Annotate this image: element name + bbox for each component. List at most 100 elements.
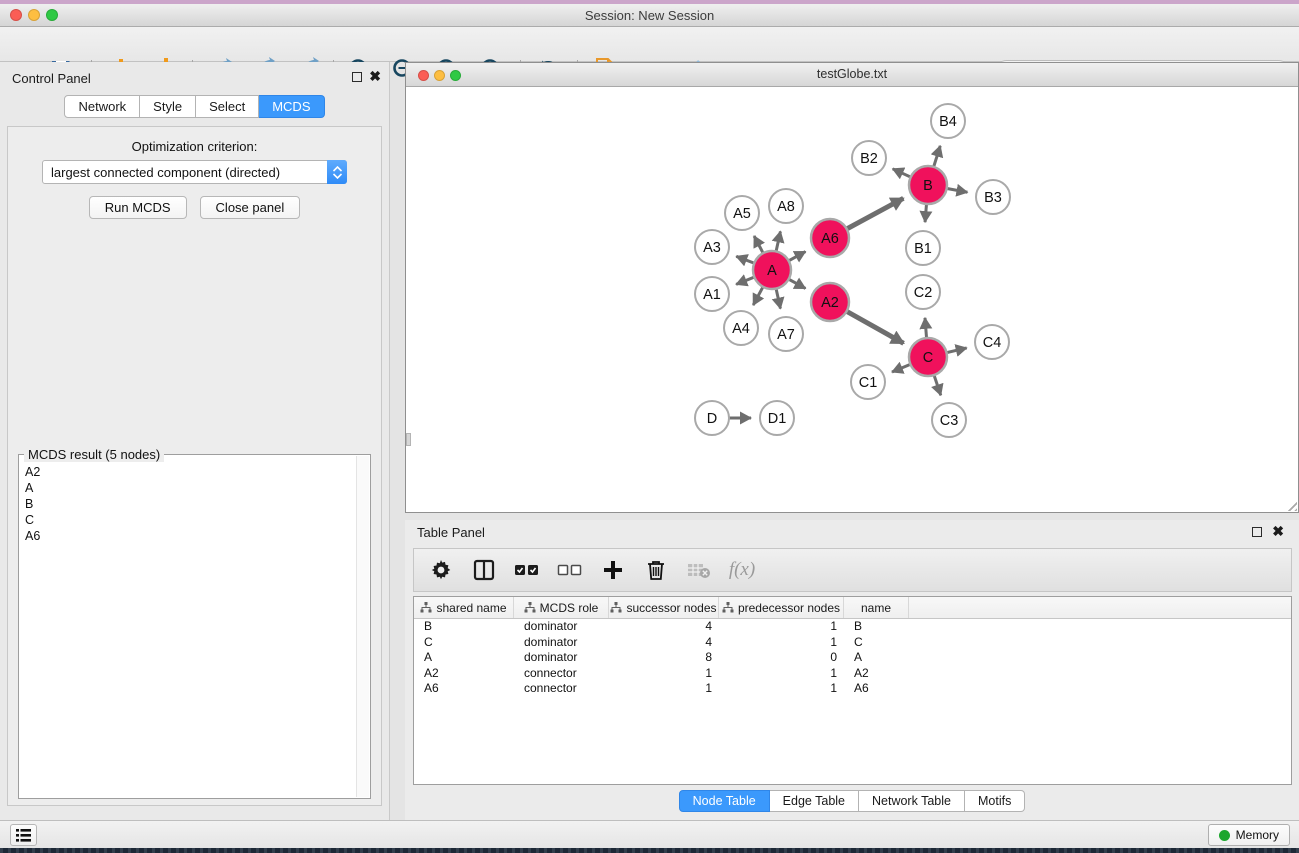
cell-shared-name: A bbox=[414, 650, 514, 666]
cell-MCDS-role: dominator bbox=[514, 619, 609, 635]
svg-text:A5: A5 bbox=[733, 206, 751, 222]
select-spinner-icon bbox=[327, 160, 347, 184]
table-tab-network-table[interactable]: Network Table bbox=[859, 790, 965, 812]
tab-mcds[interactable]: MCDS bbox=[259, 95, 324, 118]
svg-text:A3: A3 bbox=[703, 240, 721, 256]
table-tab-edge-table[interactable]: Edge Table bbox=[770, 790, 859, 812]
graph-node-A7[interactable]: A7 bbox=[769, 317, 803, 351]
network-canvas[interactable]: B4 B2 B B3 A8 A5 A6 A3 B1 A C2 A1 A2 A4 A7 C4 C C1 C3 D D1 bbox=[406, 87, 1298, 512]
graph-node-C1[interactable]: C1 bbox=[851, 365, 885, 399]
column-header-MCDS-role[interactable]: MCDS role bbox=[514, 597, 609, 618]
graph-node-A[interactable]: A bbox=[753, 251, 791, 289]
split-view-icon[interactable] bbox=[471, 557, 497, 583]
table-header-row[interactable]: shared name MCDS role successor nodes prede… bbox=[414, 597, 1291, 619]
optimization-criterion-label: Optimization criterion: bbox=[8, 139, 381, 154]
result-item[interactable]: A6 bbox=[25, 528, 354, 544]
cell-shared-name: B bbox=[414, 619, 514, 635]
result-item[interactable]: C bbox=[25, 512, 354, 528]
table-body: Bdominator41BCdominator41CAdominator80AA… bbox=[414, 619, 1291, 697]
add-column-icon[interactable] bbox=[600, 557, 626, 583]
delete-column-icon[interactable] bbox=[643, 557, 669, 583]
graph-node-B4[interactable]: B4 bbox=[931, 104, 965, 138]
run-mcds-button[interactable]: Run MCDS bbox=[89, 196, 187, 219]
cell-name: A6 bbox=[844, 681, 909, 697]
svg-text:B2: B2 bbox=[860, 151, 878, 167]
memory-button[interactable]: Memory bbox=[1208, 824, 1290, 846]
network-view-window: testGlobe.txt B4 B2 B B3 A8 A5 A6 A3 B1 A C2 A1 A2 A4… bbox=[405, 62, 1299, 513]
table-tab-motifs[interactable]: Motifs bbox=[965, 790, 1025, 812]
cell-successor-nodes: 8 bbox=[609, 650, 719, 666]
svg-text:A2: A2 bbox=[821, 295, 839, 311]
cell-MCDS-role: connector bbox=[514, 666, 609, 682]
close-panel-icon[interactable]: ✖ bbox=[369, 68, 381, 85]
tab-select[interactable]: Select bbox=[196, 95, 259, 118]
table-row[interactable]: Adominator80A bbox=[414, 650, 1291, 666]
svg-text:C2: C2 bbox=[914, 285, 933, 301]
task-list-button[interactable] bbox=[10, 824, 37, 846]
graph-node-A2[interactable]: A2 bbox=[811, 283, 849, 321]
delete-table-icon[interactable] bbox=[686, 557, 712, 583]
node-table[interactable]: shared name MCDS role successor nodes prede… bbox=[413, 596, 1292, 785]
graph-node-A5[interactable]: A5 bbox=[725, 196, 759, 230]
graph-node-C2[interactable]: C2 bbox=[906, 275, 940, 309]
result-scrollbar[interactable] bbox=[356, 456, 369, 797]
table-row[interactable]: Cdominator41C bbox=[414, 635, 1291, 651]
close-panel-button[interactable]: Close panel bbox=[200, 196, 301, 219]
network-graph[interactable]: B4 B2 B B3 A8 A5 A6 A3 B1 A C2 A1 A2 A4 A7 C4 C C1 C3 D D1 bbox=[406, 87, 1298, 512]
network-window-titlebar[interactable]: testGlobe.txt bbox=[406, 63, 1298, 87]
svg-text:A8: A8 bbox=[777, 199, 795, 215]
table-tab-node-table[interactable]: Node Table bbox=[679, 790, 770, 812]
column-header-shared-name[interactable]: shared name bbox=[414, 597, 514, 618]
table-row[interactable]: A2connector11A2 bbox=[414, 666, 1291, 682]
optimization-criterion-select[interactable]: largest connected component (directed) bbox=[42, 160, 347, 184]
cell-successor-nodes: 4 bbox=[609, 635, 719, 651]
table-float-icon[interactable] bbox=[1252, 527, 1262, 537]
graph-node-C3[interactable]: C3 bbox=[932, 403, 966, 437]
graph-node-B2[interactable]: B2 bbox=[852, 141, 886, 175]
float-panel-icon[interactable] bbox=[352, 72, 362, 82]
table-toolbar: f(x) bbox=[413, 548, 1292, 592]
graph-node-D1[interactable]: D1 bbox=[760, 401, 794, 435]
graph-node-A4[interactable]: A4 bbox=[724, 311, 758, 345]
column-header-predecessor-nodes[interactable]: predecessor nodes bbox=[719, 597, 844, 618]
svg-text:C3: C3 bbox=[940, 413, 959, 429]
window-edge-grip[interactable] bbox=[406, 433, 411, 446]
cell-name: A bbox=[844, 650, 909, 666]
table-row[interactable]: A6connector11A6 bbox=[414, 681, 1291, 697]
tab-network[interactable]: Network bbox=[64, 95, 140, 118]
graph-node-C4[interactable]: C4 bbox=[975, 325, 1009, 359]
result-item[interactable]: A2 bbox=[25, 464, 354, 480]
column-header-name[interactable]: name bbox=[844, 597, 909, 618]
deselect-all-icon[interactable] bbox=[557, 557, 583, 583]
function-builder-icon[interactable]: f(x) bbox=[729, 557, 755, 583]
graph-node-B1[interactable]: B1 bbox=[906, 231, 940, 265]
graph-node-B3[interactable]: B3 bbox=[976, 180, 1010, 214]
cell-shared-name: A6 bbox=[414, 681, 514, 697]
control-panel-title: Control Panel bbox=[12, 71, 91, 86]
column-label: MCDS role bbox=[540, 601, 599, 615]
graph-node-A8[interactable]: A8 bbox=[769, 189, 803, 223]
control-panel-tabs: NetworkStyleSelectMCDS bbox=[0, 95, 389, 118]
graph-node-C[interactable]: C bbox=[909, 338, 947, 376]
table-row[interactable]: Bdominator41B bbox=[414, 619, 1291, 635]
graph-node-A1[interactable]: A1 bbox=[695, 277, 729, 311]
settings-gear-icon[interactable] bbox=[428, 557, 454, 583]
graph-node-D[interactable]: D bbox=[695, 401, 729, 435]
svg-text:C: C bbox=[923, 350, 933, 366]
column-label: name bbox=[861, 601, 891, 615]
main-toolbar bbox=[0, 27, 1299, 62]
result-item[interactable]: B bbox=[25, 496, 354, 512]
cell-MCDS-role: connector bbox=[514, 681, 609, 697]
graph-node-B[interactable]: B bbox=[909, 166, 947, 204]
tab-style[interactable]: Style bbox=[140, 95, 196, 118]
column-header-filler bbox=[909, 597, 1291, 618]
select-all-icon[interactable] bbox=[514, 557, 540, 583]
graph-node-A3[interactable]: A3 bbox=[695, 230, 729, 264]
column-label: predecessor nodes bbox=[738, 601, 840, 615]
mcds-result-list[interactable]: A2ABCA6 bbox=[21, 464, 354, 796]
result-item[interactable]: A bbox=[25, 480, 354, 496]
column-header-successor-nodes[interactable]: successor nodes bbox=[609, 597, 719, 618]
graph-node-A6[interactable]: A6 bbox=[811, 219, 849, 257]
mcds-result-title: MCDS result (5 nodes) bbox=[24, 447, 164, 462]
table-close-icon[interactable]: ✖ bbox=[1272, 523, 1284, 540]
